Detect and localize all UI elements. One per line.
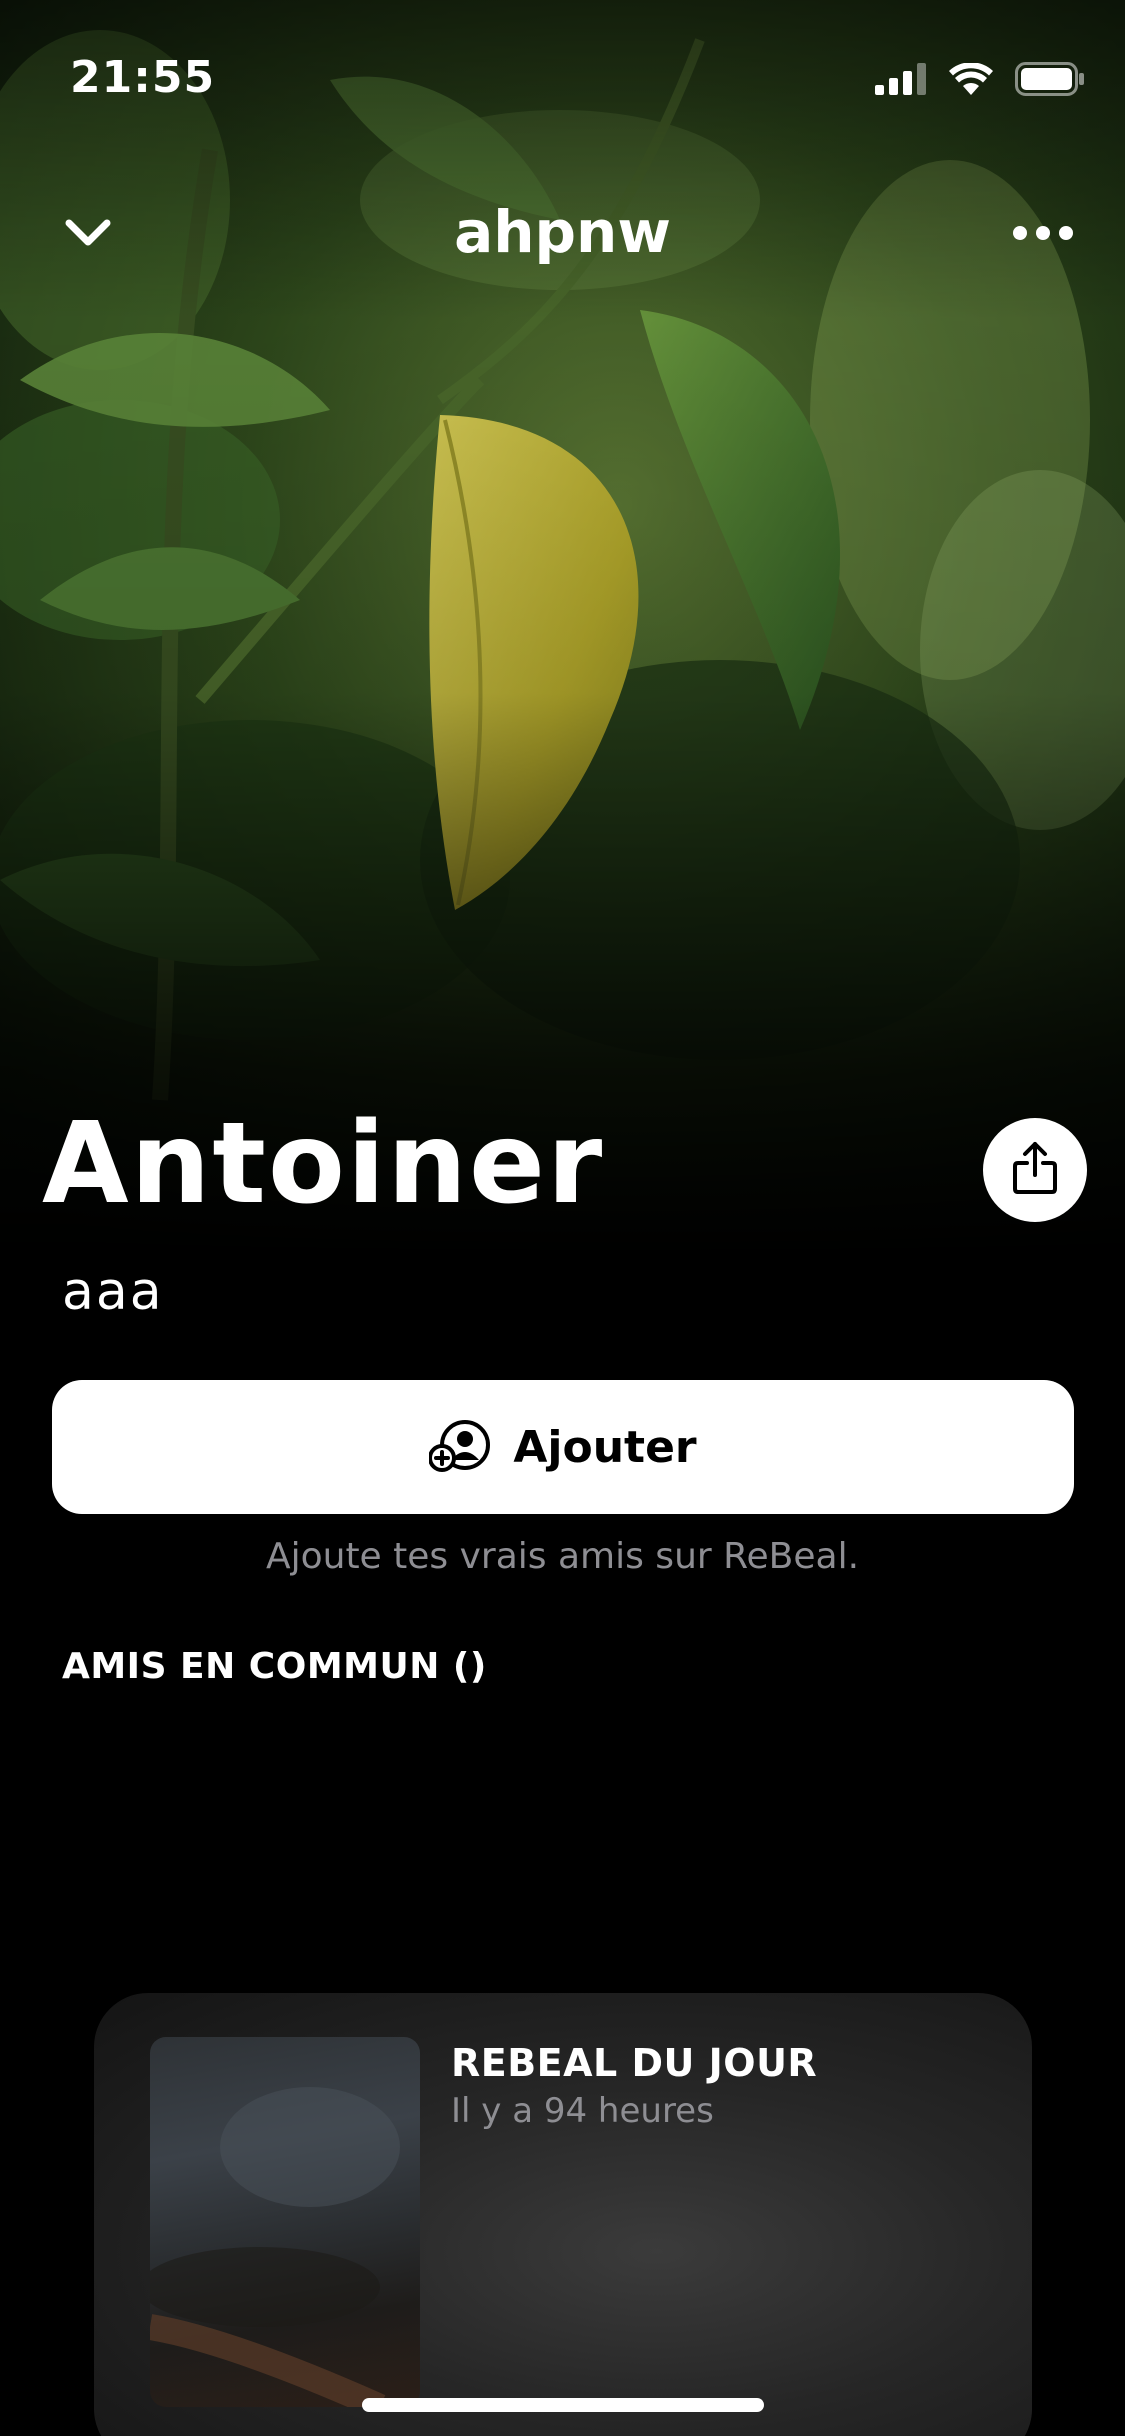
profile-name: Antoiner [42, 1099, 605, 1229]
ellipsis-icon [1012, 225, 1074, 245]
share-button[interactable] [983, 1118, 1087, 1222]
home-indicator[interactable] [362, 2398, 764, 2412]
rebeal-of-the-day-card[interactable]: REBEAL DU JOUR Il y a 94 heures [94, 1993, 1032, 2436]
cellular-signal-icon [875, 63, 927, 99]
wifi-icon [949, 62, 993, 99]
rebeal-time-ago: Il y a 94 heures [451, 2091, 714, 2131]
add-friend-hint: Ajoute tes vrais amis sur ReBeal. [265, 1536, 860, 1577]
mutual-friends-heading: AMIS EN COMMUN () [62, 1646, 487, 1687]
rebeal-thumbnail[interactable] [150, 2037, 420, 2407]
battery-icon [1015, 62, 1085, 100]
add-friend-icon [428, 1418, 491, 1476]
add-friend-button[interactable]: Ajouter [52, 1380, 1074, 1514]
rebeal-title: REBEAL DU JOUR [451, 2041, 818, 2085]
username-title: ahpnw [454, 198, 671, 266]
profile-cover-photo [0, 0, 1125, 1260]
status-icons [875, 62, 1085, 100]
add-friend-label: Ajouter [513, 1421, 697, 1473]
share-icon [1012, 1141, 1058, 1199]
profile-screen: 21:55 ahpnw Antoiner aaa Ajouter Ajoute … [0, 0, 1125, 2436]
profile-bio: aaa [62, 1262, 164, 1322]
more-options-button[interactable] [1003, 205, 1083, 265]
status-time: 21:55 [70, 52, 216, 103]
